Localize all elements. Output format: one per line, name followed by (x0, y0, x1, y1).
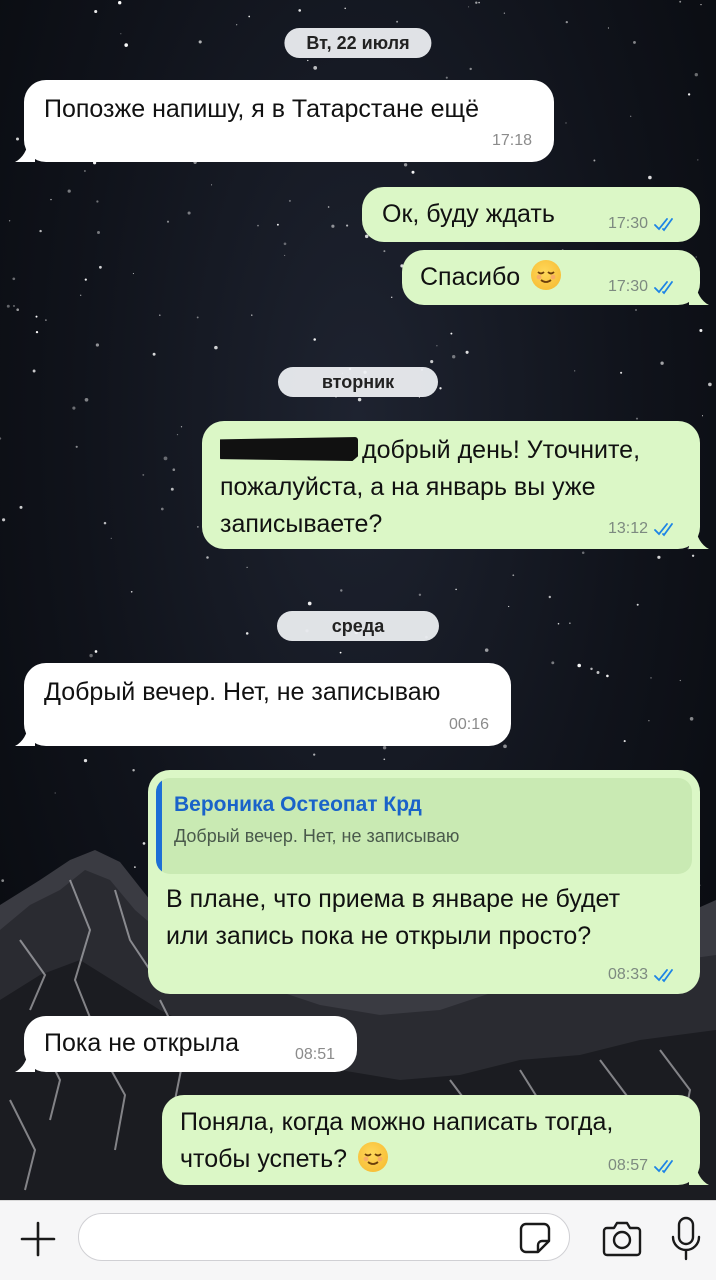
bubble-tail (689, 283, 709, 305)
message-input[interactable] (78, 1213, 570, 1261)
message-text-line: пожалуйста, а на январь вы уже (220, 473, 596, 501)
quoted-message[interactable]: Вероника Остеопат Крд Добрый вечер. Нет,… (156, 778, 692, 874)
message-time: 17:18 (491, 132, 532, 149)
read-double-check-icon (654, 218, 673, 232)
message-input-bar (0, 1200, 716, 1280)
message-incoming[interactable]: Попозже напишу, я в Татарстане ещё 17:18 (15, 80, 554, 162)
message-time: 17:30 (607, 215, 648, 232)
date-separator: Вт, 22 июля (284, 28, 432, 58)
message-incoming[interactable]: Добрый вечер. Нет, не записываю 00:16 (15, 663, 511, 746)
date-separator: среда (277, 611, 439, 641)
bubble-tail (689, 527, 709, 549)
message-time: 08:51 (294, 1046, 335, 1063)
date-separator: вторник (278, 367, 438, 397)
bubble-tail (15, 724, 35, 746)
message-time: 08:57 (607, 1157, 648, 1174)
sticker-icon[interactable] (518, 1221, 552, 1255)
quote-text: Добрый вечер. Нет, не записываю (174, 826, 460, 846)
message-text-line: Поняла, когда можно написать тогда, (180, 1108, 614, 1136)
camera-icon[interactable] (600, 1219, 644, 1259)
message-text-line: В плане, что приема в январе не будет (166, 885, 621, 913)
relieved-face-emoji-icon (531, 260, 562, 290)
message-time: 00:16 (448, 716, 489, 733)
message-outgoing-reply[interactable]: Вероника Остеопат Крд Добрый вечер. Нет,… (148, 770, 700, 994)
read-double-check-icon (654, 969, 673, 983)
plus-icon[interactable] (18, 1219, 58, 1259)
message-time: 13:12 (607, 520, 648, 537)
bubble-tail (15, 1050, 35, 1072)
quote-author: Вероника Остеопат Крд (174, 793, 422, 816)
message-text: Пока не открыла (44, 1029, 239, 1057)
message-text: Спасибо (420, 263, 521, 291)
redacted-name-block (220, 437, 358, 461)
relieved-face-emoji-icon (358, 1142, 388, 1172)
message-incoming[interactable]: Пока не открыла 08:51 (15, 1016, 357, 1072)
read-double-check-icon (654, 523, 673, 537)
message-text: Попозже напишу, я в Татарстане ещё (44, 95, 480, 123)
message-outgoing[interactable]: добрый день! Уточните, пожалуйста, а на … (202, 421, 709, 549)
message-text-row: чтобы успеть? (180, 1141, 682, 1178)
bubble-tail (15, 140, 35, 162)
message-time: 08:33 (607, 966, 648, 983)
message-text-line: или запись пока не открыли просто? (166, 922, 592, 950)
read-double-check-icon (654, 1160, 673, 1174)
message-outgoing[interactable]: Поняла, когда можно написать тогда, чтоб… (162, 1095, 709, 1185)
message-text-line: добрый день! Уточните, (220, 432, 682, 469)
message-outgoing[interactable]: Спасибо 17:30 (402, 250, 709, 305)
microphone-icon[interactable] (670, 1215, 702, 1263)
message-outgoing[interactable]: Ок, буду ждать 17:30 (362, 187, 700, 242)
bubble-tail (689, 1163, 709, 1185)
message-text: Добрый вечер. Нет, не записываю (44, 678, 441, 706)
message-text-line: чтобы успеть? (180, 1145, 348, 1173)
read-double-check-icon (654, 281, 673, 295)
message-time: 17:30 (607, 278, 648, 295)
